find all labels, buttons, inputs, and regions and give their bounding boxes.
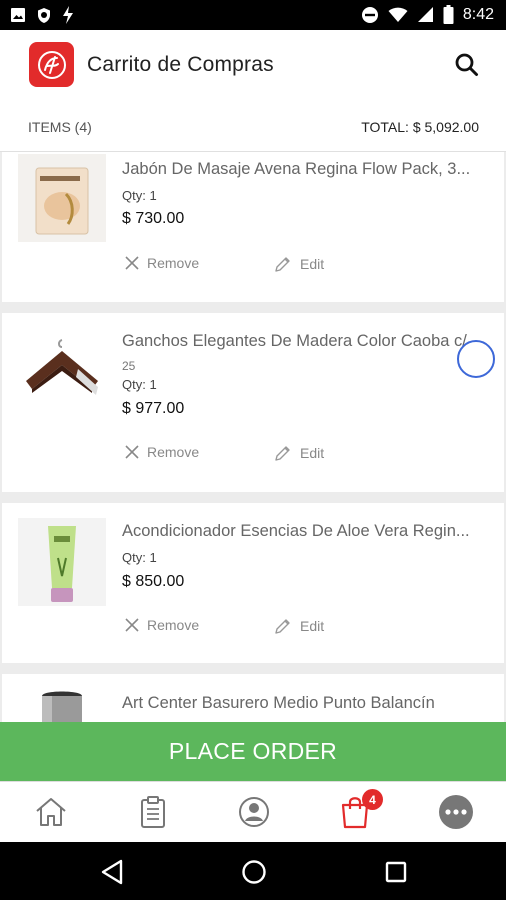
remove-button[interactable]: Remove	[125, 617, 199, 633]
page-title: Carrito de Compras	[87, 53, 274, 76]
product-name[interactable]: Ganchos Elegantes De Madera Color Caoba …	[122, 332, 492, 351]
search-icon	[455, 53, 478, 76]
nav-more[interactable]	[438, 794, 474, 830]
nav-orders[interactable]	[135, 794, 171, 830]
edit-label: Edit	[300, 256, 325, 272]
pencil-icon	[275, 257, 290, 272]
gallery-notification-icon	[11, 8, 25, 22]
status-time: 8:42	[462, 5, 494, 23]
close-icon	[125, 256, 139, 270]
items-count: ITEMS (4)	[28, 119, 92, 135]
close-icon	[125, 445, 139, 459]
soap-package-image	[18, 154, 106, 242]
cart-summary: ITEMS (4) TOTAL: $ 5,092.00	[0, 102, 506, 152]
close-icon	[125, 618, 139, 632]
product-name[interactable]: Jabón De Masaje Avena Regina Flow Pack, …	[122, 160, 492, 179]
conditioner-tube-image	[18, 518, 106, 606]
remove-label: Remove	[147, 255, 200, 271]
wooden-hangers-image	[18, 329, 106, 417]
touch-indicator	[457, 340, 495, 378]
cart-item[interactable]: Jabón De Masaje Avena Regina Flow Pack, …	[2, 152, 504, 302]
brand-logo-icon[interactable]	[29, 42, 74, 87]
cart-item[interactable]: Acondicionador Esencias De Aloe Vera Reg…	[2, 503, 504, 663]
more-icon	[439, 795, 473, 829]
cart-list[interactable]: Jabón De Masaje Avena Regina Flow Pack, …	[0, 152, 506, 722]
edit-button[interactable]: Edit	[274, 617, 324, 635]
wifi-icon	[388, 7, 408, 22]
remove-label: Remove	[147, 444, 200, 460]
home-icon	[36, 798, 66, 826]
product-qty: Qty: 1	[122, 550, 157, 565]
home-system-button[interactable]	[239, 857, 269, 887]
product-name[interactable]: Art Center Basurero Medio Punto Balancín	[122, 694, 492, 713]
remove-label: Remove	[147, 617, 200, 633]
nav-account[interactable]	[236, 794, 272, 830]
account-icon	[239, 797, 269, 827]
recents-button[interactable]	[381, 857, 411, 887]
trash-bin-image	[18, 690, 106, 722]
place-order-button[interactable]: PLACE ORDER	[0, 722, 506, 781]
remove-button[interactable]: Remove	[125, 255, 199, 271]
cart-count-badge: 4	[362, 789, 383, 810]
signal-icon	[417, 7, 433, 22]
cart-item[interactable]: Ganchos Elegantes De Madera Color Caoba …	[2, 313, 504, 492]
back-icon	[101, 859, 123, 885]
product-qty: Qty: 1	[122, 377, 157, 392]
system-nav-bar	[0, 842, 506, 900]
edit-button[interactable]: Edit	[274, 444, 324, 462]
pencil-icon	[275, 446, 290, 461]
product-thumbnail[interactable]	[18, 518, 106, 606]
clipboard-icon	[141, 796, 165, 828]
product-thumbnail[interactable]	[18, 154, 106, 242]
status-bar: 8:42	[0, 0, 506, 30]
product-price: $ 850.00	[122, 573, 185, 590]
circle-home-icon	[242, 860, 266, 884]
product-name-continued: 25	[122, 359, 136, 373]
edit-label: Edit	[300, 618, 325, 634]
nav-cart[interactable]: 4	[337, 789, 383, 830]
battery-icon	[443, 5, 454, 24]
nav-home[interactable]	[33, 794, 69, 830]
pencil-icon	[275, 619, 290, 634]
product-thumbnail[interactable]	[18, 690, 106, 722]
product-qty: Qty: 1	[122, 188, 157, 203]
app-bar: Carrito de Compras	[0, 30, 506, 102]
square-recents-icon	[385, 861, 407, 883]
cart-item[interactable]: Art Center Basurero Medio Punto Balancín	[2, 674, 504, 722]
remove-button[interactable]: Remove	[125, 444, 199, 460]
search-button[interactable]	[452, 50, 482, 80]
product-name[interactable]: Acondicionador Esencias De Aloe Vera Reg…	[122, 522, 492, 541]
do-not-disturb-icon	[361, 6, 378, 23]
product-price: $ 730.00	[122, 210, 185, 227]
cart-total: TOTAL: $ 5,092.00	[361, 119, 479, 135]
product-thumbnail[interactable]	[18, 329, 106, 417]
shield-notification-icon	[38, 7, 50, 23]
back-button[interactable]	[97, 857, 127, 887]
bottom-nav: 4	[0, 781, 506, 842]
flash-notification-icon	[63, 6, 73, 24]
edit-label: Edit	[300, 445, 325, 461]
product-price: $ 977.00	[122, 400, 185, 417]
edit-button[interactable]: Edit	[274, 255, 324, 273]
